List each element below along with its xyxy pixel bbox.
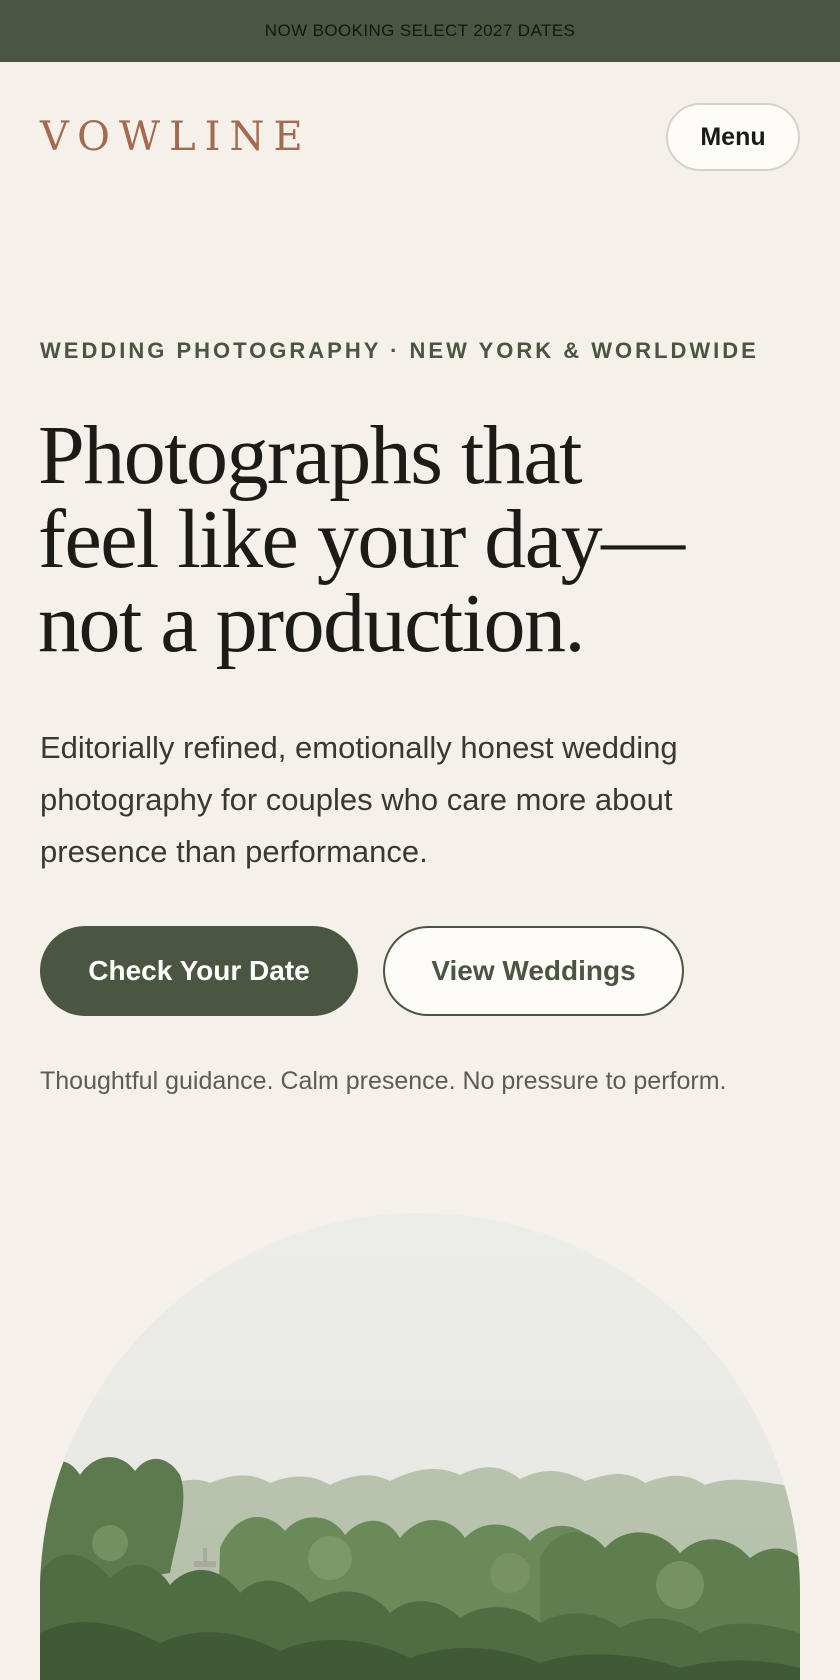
view-weddings-button[interactable]: View Weddings	[383, 926, 684, 1016]
check-your-date-button[interactable]: Check Your Date	[40, 926, 358, 1016]
hero-tagline: Thoughtful guidance. Calm presence. No p…	[40, 1067, 727, 1095]
site-header: VOWLINE Menu	[40, 102, 800, 172]
hero-headline: Photographs that feel like your day— not…	[38, 414, 758, 666]
hero-intro: Editorially refined, emotionally honest …	[40, 730, 678, 869]
announcement-text: NOW BOOKING SELECT 2027 DATES	[264, 21, 576, 40]
headline-line: feel like your day—	[38, 493, 685, 586]
hero-eyebrow: WEDDING PHOTOGRAPHY · NEW YORK & WORLDWI…	[40, 338, 759, 363]
hero-arch-photo	[40, 1213, 800, 1680]
announcement-bar: NOW BOOKING SELECT 2027 DATES	[0, 0, 840, 62]
cta-row: Check Your Date View Weddings	[40, 926, 684, 1016]
treeline-image	[40, 1457, 800, 1680]
headline-line: Photographs that	[38, 409, 582, 502]
menu-button[interactable]: Menu	[666, 103, 800, 171]
headline-line: not a production.	[38, 577, 586, 670]
logo[interactable]: VOWLINE	[40, 114, 312, 160]
